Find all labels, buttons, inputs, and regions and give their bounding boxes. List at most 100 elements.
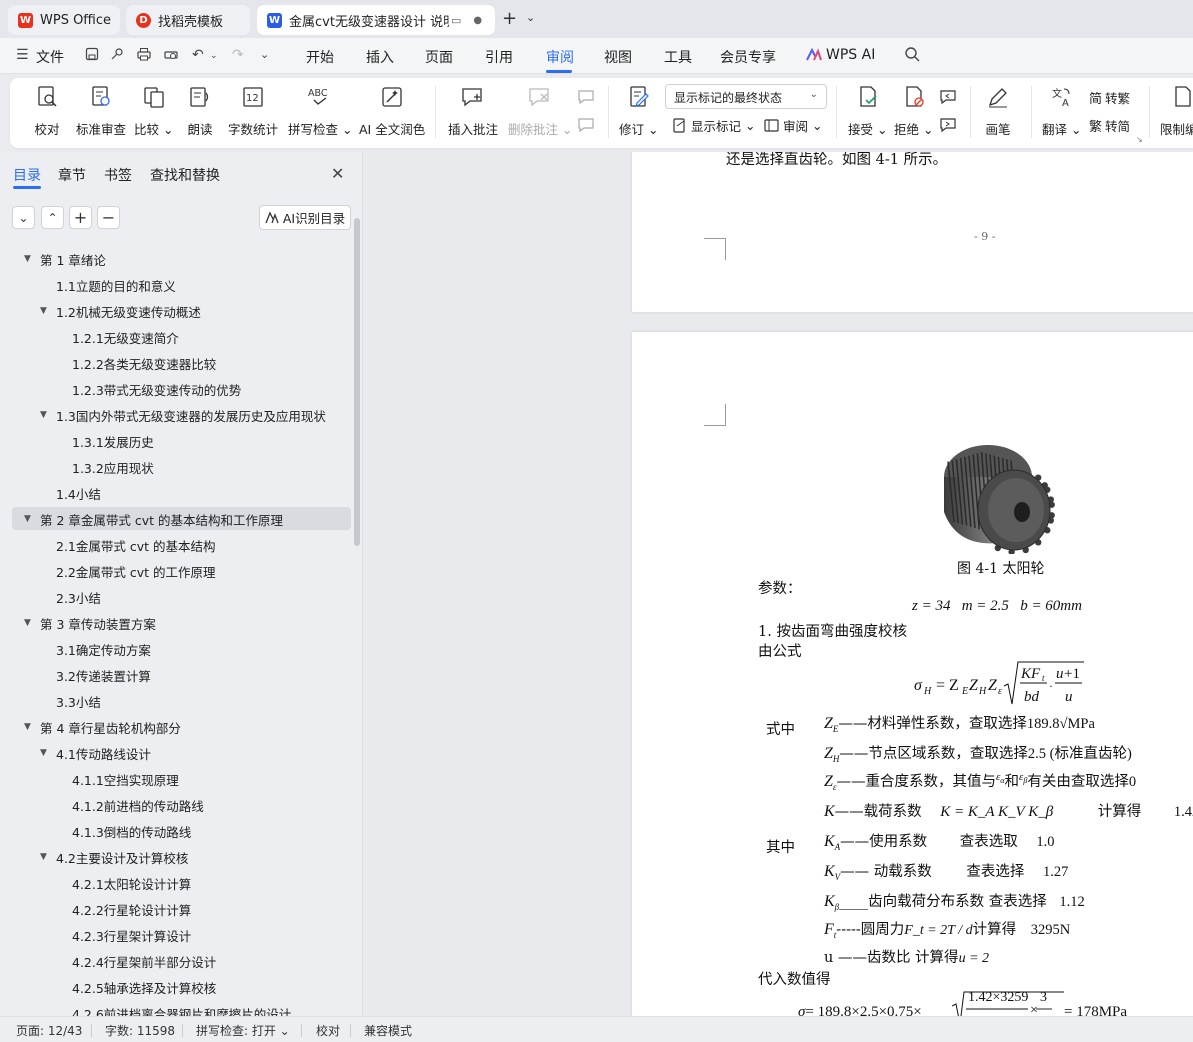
nav-scrollbar[interactable]: [354, 218, 360, 546]
proofread-button[interactable]: 校对: [34, 84, 60, 138]
toc-item[interactable]: 1.1立题的目的和意义: [40, 274, 176, 296]
undo-icon[interactable]: ↶: [192, 47, 204, 63]
collapse-all-button[interactable]: ⌃: [41, 206, 64, 229]
toc-item[interactable]: 1.2.2各类无级变速器比较: [56, 352, 216, 374]
menu-wps-ai[interactable]: WPS AI: [826, 47, 875, 63]
to-traditional-button[interactable]: 简 转繁: [1089, 88, 1130, 107]
track-changes-button[interactable]: 修订 ⌄: [619, 84, 658, 138]
word-count-indicator[interactable]: 字数: 11598: [105, 1022, 175, 1039]
expand-triangle-icon[interactable]: ▼: [24, 722, 33, 732]
toc-item[interactable]: 3.1确定传动方案: [40, 638, 151, 660]
toc-item[interactable]: 4.2.2行星轮设计计算: [56, 898, 191, 920]
chevron-down-icon[interactable]: ⌄: [210, 51, 218, 61]
toc-item[interactable]: 2.1金属带式 cvt 的基本结构: [40, 534, 216, 556]
to-simplified-button[interactable]: 繁 转简: [1089, 116, 1130, 135]
nav-tab-find-replace[interactable]: 查找和替换: [150, 165, 220, 185]
reject-button[interactable]: 拒绝 ⌄: [894, 84, 933, 138]
screen-icon[interactable]: ▭: [451, 14, 461, 27]
toc-item[interactable]: 3.3小结: [40, 690, 101, 712]
translate-button[interactable]: 文A 翻译 ⌄: [1042, 84, 1081, 138]
toc-item[interactable]: 2.2金属带式 cvt 的工作原理: [40, 560, 216, 582]
page-indicator[interactable]: 页面: 12/43: [16, 1022, 82, 1039]
add-heading-button[interactable]: +: [69, 206, 92, 229]
toc-item[interactable]: ▼ 1.3国内外带式无级变速器的发展历史及应用现状: [40, 404, 326, 426]
new-tab-plus-icon[interactable]: +: [502, 8, 517, 29]
menu-page[interactable]: 页面: [425, 47, 453, 67]
spell-check-status[interactable]: 拼写检查: 打开 ⌄: [196, 1022, 290, 1039]
toc-item[interactable]: ▼ 第 1 章绪论: [24, 248, 106, 270]
toc-item[interactable]: 1.3.2应用现状: [56, 456, 154, 478]
next-comment-icon[interactable]: [577, 116, 599, 134]
chevron-down-icon[interactable]: ⌄: [526, 11, 535, 24]
nav-tab-toc[interactable]: 目录: [13, 165, 41, 185]
review-pane-button[interactable]: 审阅 ⌄: [764, 116, 822, 135]
toc-item[interactable]: 4.2.3行星架计算设计: [56, 924, 191, 946]
chevron-down-icon[interactable]: ⌄: [260, 48, 269, 61]
expand-corner-icon[interactable]: ↘: [1136, 135, 1143, 144]
toc-item[interactable]: 1.4小结: [40, 482, 101, 504]
expand-triangle-icon[interactable]: ▼: [24, 618, 33, 628]
tab-docer[interactable]: D 找稻壳模板: [126, 5, 250, 35]
restrict-editing-button[interactable]: 限制编: [1160, 84, 1193, 138]
prev-change-icon[interactable]: [939, 88, 961, 106]
toc-item[interactable]: 4.2.1太阳轮设计计算: [56, 872, 191, 894]
toc-item[interactable]: 4.2.4行星架前半部分设计: [56, 950, 216, 972]
tab-document[interactable]: W 金属cvt无级变速器设计 说明书 ▭ ●: [257, 5, 495, 35]
toc-item[interactable]: 4.1.2前进档的传动路线: [56, 794, 204, 816]
menu-review[interactable]: 审阅: [546, 47, 574, 67]
menu-view[interactable]: 视图: [604, 47, 632, 67]
ai-toc-button[interactable]: AI识别目录: [259, 205, 351, 230]
menu-insert[interactable]: 插入: [366, 47, 394, 67]
word-count-button[interactable]: 12 字数统计: [228, 84, 278, 138]
compare-button[interactable]: 比较 ⌄: [134, 84, 173, 138]
hamburger-icon[interactable]: ☰: [16, 47, 29, 63]
toc-item[interactable]: 4.1.1空挡实现原理: [56, 768, 179, 790]
toc-item[interactable]: ▼ 4.2主要设计及计算校核: [40, 846, 188, 868]
spell-check-button[interactable]: ABC 拼写检查 ⌄: [288, 84, 352, 138]
toc-item[interactable]: 4.2.5轴承选择及计算校核: [56, 976, 216, 998]
toc-item[interactable]: 1.2.3带式无级变速传动的优势: [56, 378, 241, 400]
expand-triangle-icon[interactable]: ▼: [40, 306, 49, 316]
close-icon[interactable]: ✕: [331, 164, 344, 183]
menu-member[interactable]: 会员专享: [720, 47, 776, 67]
remove-heading-button[interactable]: −: [97, 206, 120, 229]
toc-item[interactable]: 1.3.1发展历史: [56, 430, 154, 452]
toc-item[interactable]: ▼ 第 3 章传动装置方案: [24, 612, 156, 634]
delete-comment-button[interactable]: 删除批注 ⌄: [508, 84, 572, 138]
standard-review-button[interactable]: 标准审查: [76, 84, 126, 138]
print-icon[interactable]: [136, 47, 152, 65]
print-preview-icon[interactable]: [163, 47, 179, 65]
nav-tab-bookmarks[interactable]: 书签: [104, 165, 132, 185]
toc-item[interactable]: ▼ 第 2 章金属带式 cvt 的基本结构和工作原理: [24, 508, 283, 530]
menu-tools[interactable]: 工具: [664, 47, 692, 67]
redo-icon[interactable]: ↷: [232, 47, 244, 63]
menu-start[interactable]: 开始: [306, 47, 334, 67]
toc-item[interactable]: 2.3小结: [40, 586, 101, 608]
pen-button[interactable]: 画笔: [985, 84, 1011, 138]
markup-mode-select[interactable]: 显示标记的最终状态 ⌄: [665, 84, 827, 109]
expand-triangle-icon[interactable]: ▼: [40, 748, 49, 758]
toc-item[interactable]: 4.1.3倒档的传动路线: [56, 820, 191, 842]
nav-tab-sections[interactable]: 章节: [58, 165, 86, 185]
prev-comment-icon[interactable]: [577, 88, 599, 106]
toc-item[interactable]: 3.2传递装置计算: [40, 664, 151, 686]
link-icon[interactable]: [110, 47, 124, 65]
toc-item[interactable]: 1.2.1无级变速简介: [56, 326, 179, 348]
search-icon[interactable]: [904, 46, 920, 66]
accept-button[interactable]: 接受 ⌄: [848, 84, 887, 138]
save-icon[interactable]: [85, 47, 99, 65]
tab-wps-office[interactable]: W WPS Office: [8, 5, 120, 35]
close-dot-icon[interactable]: ●: [473, 15, 482, 26]
document-area[interactable]: 还是选择直齿轮。如图 4-1 所示。 - 9 - 图 4-1 太阳轮 参数： z…: [364, 152, 1193, 1016]
read-aloud-button[interactable]: 朗读: [187, 84, 213, 138]
next-change-icon[interactable]: [939, 116, 961, 134]
expand-triangle-icon[interactable]: ▼: [40, 410, 49, 420]
toc-item[interactable]: 4.2.6前进档离合器钢片和摩擦片的设计: [56, 1002, 291, 1017]
toc-item[interactable]: ▼ 4.1传动路线设计: [40, 742, 151, 764]
expand-triangle-icon[interactable]: ▼: [24, 254, 33, 264]
ai-polish-button[interactable]: AI 全文润色: [359, 84, 425, 138]
show-markup-button[interactable]: 显示标记 ⌄: [672, 116, 755, 135]
insert-comment-button[interactable]: 插入批注: [448, 84, 498, 138]
expand-triangle-icon[interactable]: ▼: [40, 852, 49, 862]
expand-all-button[interactable]: ⌄: [12, 206, 35, 229]
